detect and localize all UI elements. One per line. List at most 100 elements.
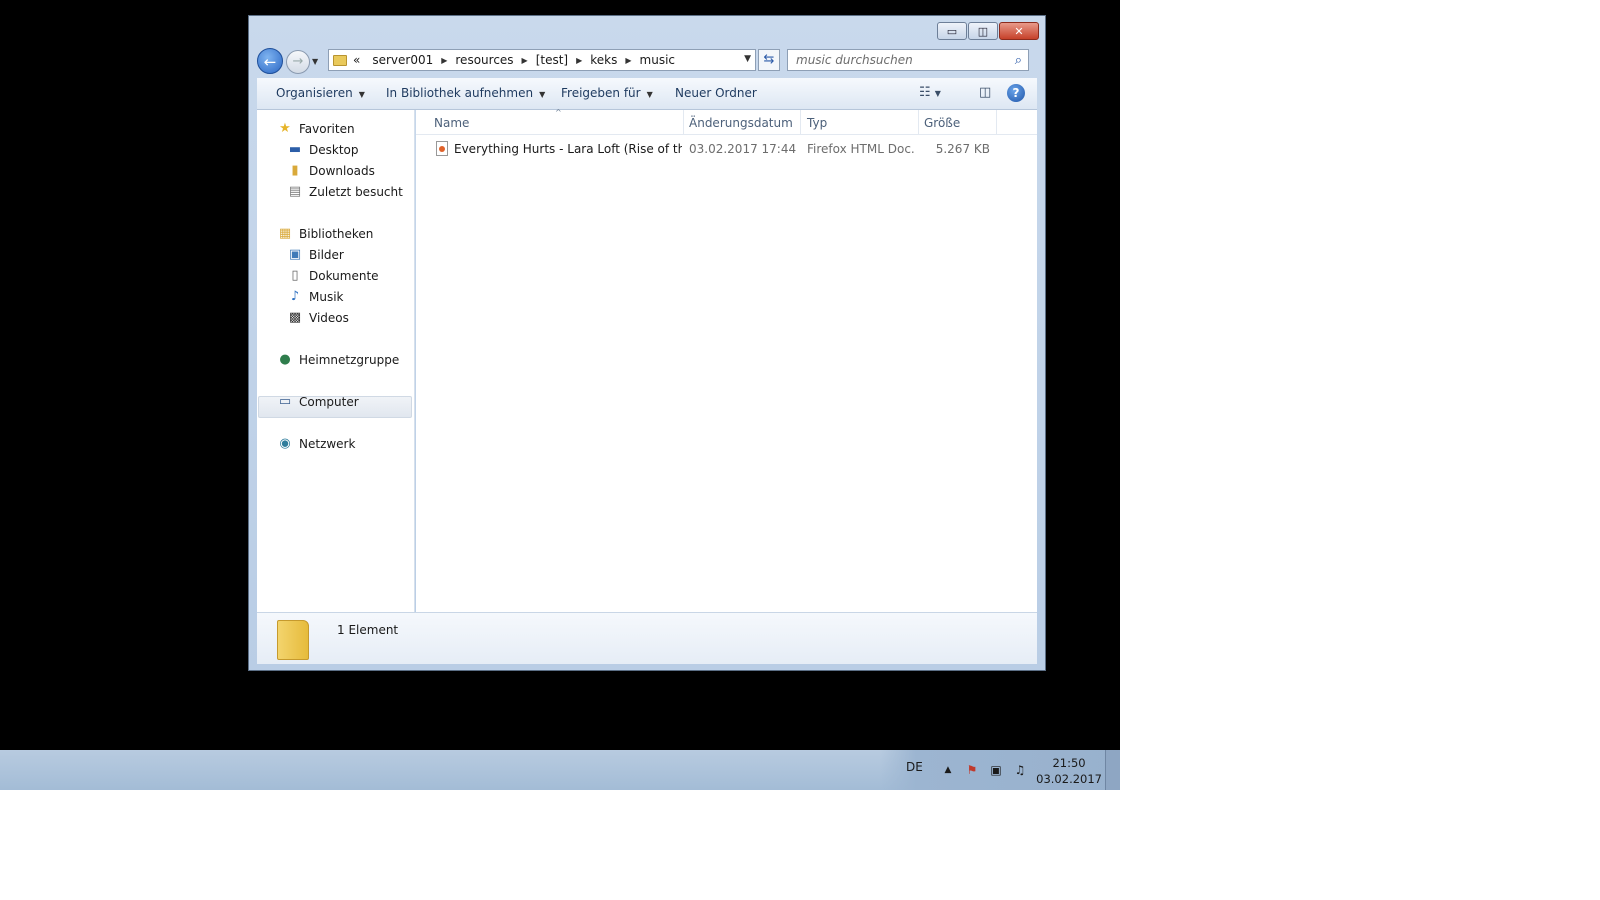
- nav-computer[interactable]: ▭ Computer: [277, 394, 359, 410]
- show-hidden-icons-icon[interactable]: ▲: [940, 762, 956, 778]
- breadcrumb-overflow[interactable]: «: [353, 53, 360, 67]
- nav-label: Downloads: [309, 164, 375, 178]
- downloads-icon: ▮: [291, 163, 299, 178]
- library-icon: ▦: [278, 226, 292, 241]
- forward-button[interactable]: →: [286, 50, 310, 74]
- recent-pages-dropdown[interactable]: ▼: [312, 57, 318, 66]
- desktop-icon: ▬: [288, 142, 302, 157]
- nav-pictures[interactable]: ▣ Bilder: [287, 247, 344, 263]
- chevron-right-icon[interactable]: ▶: [576, 56, 582, 65]
- language-indicator[interactable]: DE: [906, 760, 923, 774]
- breadcrumb-server001[interactable]: server001: [372, 53, 433, 67]
- details-pane: 1 Element: [257, 612, 1037, 664]
- search-input[interactable]: music durchsuchen ⌕: [787, 49, 1029, 71]
- maximize-button[interactable]: ◫: [968, 22, 998, 40]
- network-icon: ◉: [279, 436, 291, 451]
- chevron-right-icon[interactable]: ▶: [522, 56, 528, 65]
- homegroup-icon: ●: [279, 352, 291, 367]
- include-in-library-button[interactable]: In Bibliothek aufnehmen ▼: [386, 86, 545, 100]
- file-name: Everything Hurts - Lara Loft (Rise of th…: [454, 142, 682, 156]
- column-divider[interactable]: [683, 110, 684, 134]
- help-icon[interactable]: ?: [1007, 84, 1025, 102]
- documents-icon: ▯: [291, 268, 299, 283]
- notification-area: DE ▲ ⚑ ▣ ♫ 21:50 03.02.2017: [880, 750, 1120, 790]
- caption-buttons: ▭ ◫ ✕: [937, 22, 1039, 40]
- library-label: In Bibliothek aufnehmen: [386, 86, 534, 100]
- column-size[interactable]: Größe: [924, 116, 960, 130]
- breadcrumb-test[interactable]: [test]: [536, 53, 568, 67]
- new-folder-button[interactable]: Neuer Ordner: [675, 86, 757, 100]
- caret-down-icon: ▼: [646, 90, 653, 99]
- pictures-icon: ▣: [288, 247, 302, 262]
- nav-music[interactable]: ♪ Musik: [287, 289, 344, 305]
- column-divider[interactable]: [918, 110, 919, 134]
- column-divider[interactable]: [800, 110, 801, 134]
- nav-downloads[interactable]: ▮ Downloads: [287, 163, 375, 179]
- navigation-pane: ★ Favoriten ▬ Desktop ▮ Downloads ▤ Zuletzt …: [257, 110, 415, 612]
- file-type: Firefox HTML Doc...: [807, 142, 915, 156]
- clock-time: 21:50: [1052, 756, 1086, 770]
- nav-label: Heimnetzgruppe: [299, 353, 400, 367]
- show-desktop-button[interactable]: [1105, 750, 1120, 790]
- navigation-bar: ← → ▼ « server001 ▶ resources ▶ [test] ▶…: [257, 47, 1037, 75]
- command-bar: Organisieren ▼ In Bibliothek aufnehmen ▼ F…: [257, 78, 1037, 110]
- view-list-icon[interactable]: ☷ ▼: [919, 85, 941, 100]
- nav-desktop[interactable]: ▬ Desktop: [287, 142, 359, 158]
- back-button[interactable]: ←: [257, 48, 283, 74]
- chevron-right-icon[interactable]: ▶: [441, 56, 447, 65]
- preview-pane-icon[interactable]: ◫: [979, 85, 991, 100]
- organize-button[interactable]: Organisieren ▼: [276, 86, 365, 100]
- action-center-flag-icon[interactable]: ⚑: [964, 762, 980, 778]
- nav-recent[interactable]: ▤ Zuletzt besucht: [287, 184, 403, 200]
- share-with-button[interactable]: Freigeben für ▼: [561, 86, 653, 100]
- clock[interactable]: 21:50 03.02.2017: [1036, 755, 1102, 787]
- arrow-left-icon: ←: [263, 53, 277, 71]
- magnifier-icon[interactable]: ⌕: [1015, 51, 1022, 71]
- file-size: 5.267 KB: [935, 142, 990, 156]
- folder-icon: [277, 620, 309, 660]
- nav-label: Computer: [299, 395, 359, 409]
- nav-label: Dokumente: [309, 269, 379, 283]
- nav-homegroup[interactable]: ● Heimnetzgruppe: [277, 352, 399, 368]
- file-list: ^ Name Änderungsdatum Typ Größe Everythi…: [416, 108, 1037, 612]
- column-date[interactable]: Änderungsdatum: [689, 116, 793, 130]
- column-name[interactable]: Name: [434, 116, 469, 130]
- arrow-right-icon: →: [292, 54, 304, 69]
- column-header-row: ^ Name Änderungsdatum Typ Größe: [416, 108, 1037, 135]
- folder-icon: [333, 54, 347, 66]
- close-button[interactable]: ✕: [999, 22, 1039, 40]
- volume-icon[interactable]: ♫: [1012, 762, 1028, 778]
- nav-network[interactable]: ◉ Netzwerk: [277, 436, 355, 452]
- address-bar[interactable]: « server001 ▶ resources ▶ [test] ▶ keks …: [328, 49, 756, 71]
- film-icon: ▩: [288, 310, 302, 325]
- breadcrumb-keks[interactable]: keks: [590, 53, 617, 67]
- address-dropdown-icon[interactable]: ▼: [744, 54, 751, 64]
- nav-libraries[interactable]: ▦ Bibliotheken: [277, 226, 374, 242]
- recent-places-icon: ▤: [288, 184, 302, 199]
- column-divider[interactable]: [996, 110, 997, 134]
- minimize-button[interactable]: ▭: [937, 22, 967, 40]
- music-note-icon: ♪: [290, 289, 300, 304]
- network-status-icon[interactable]: ▣: [988, 762, 1004, 778]
- refresh-button[interactable]: ⇆: [758, 49, 780, 71]
- breadcrumb-resources[interactable]: resources: [455, 53, 513, 67]
- nav-label: Musik: [309, 290, 344, 304]
- table-row[interactable]: Everything Hurts - Lara Loft (Rise of th…: [416, 138, 1037, 160]
- chevron-right-icon[interactable]: ▶: [625, 56, 631, 65]
- firefox-html-file-icon: [436, 141, 448, 156]
- explorer-window: ▭ ◫ ✕ ← → ▼ « server001 ▶ resources ▶ [t…: [248, 15, 1046, 671]
- nav-favorites[interactable]: ★ Favoriten: [277, 121, 354, 137]
- item-count: 1 Element: [337, 623, 399, 637]
- breadcrumb-music[interactable]: music: [640, 53, 675, 67]
- nav-label: Bibliotheken: [299, 227, 374, 241]
- column-type[interactable]: Typ: [807, 116, 827, 130]
- nav-label: Zuletzt besucht: [309, 185, 403, 199]
- nav-label: Netzwerk: [299, 437, 356, 451]
- nav-videos[interactable]: ▩ Videos: [287, 310, 349, 326]
- refresh-icon: ⇆: [763, 52, 775, 67]
- nav-documents[interactable]: ▯ Dokumente: [287, 268, 379, 284]
- caret-down-icon: ▼: [539, 90, 546, 99]
- clock-date: 03.02.2017: [1036, 772, 1102, 786]
- star-icon: ★: [279, 121, 291, 136]
- organize-label: Organisieren: [276, 86, 353, 100]
